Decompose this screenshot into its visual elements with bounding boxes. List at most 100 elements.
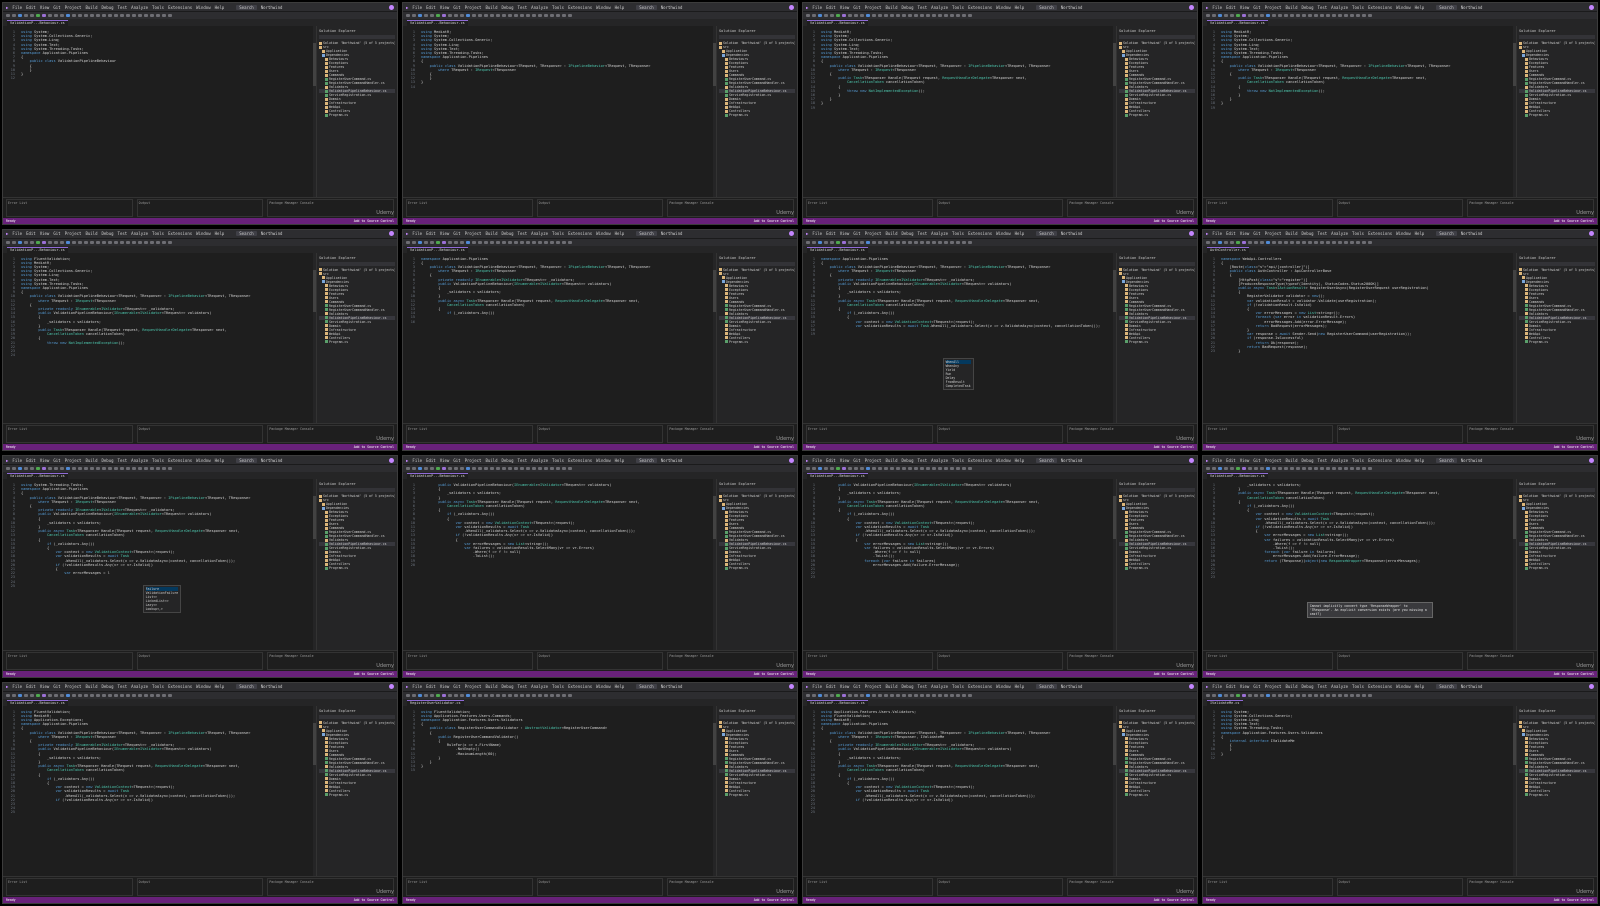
toolbar-button-icon[interactable]	[168, 693, 172, 697]
vertical-scrollbar[interactable]	[713, 26, 716, 197]
menu-item[interactable]: View	[1240, 684, 1250, 689]
toolbar-button-icon[interactable]	[1362, 467, 1366, 470]
tree-item[interactable]: Program.cs	[719, 566, 795, 570]
toolbar-button-icon[interactable]	[878, 693, 882, 697]
menu-item[interactable]: Debug	[501, 231, 513, 236]
toolbar-button-icon[interactable]	[156, 240, 160, 244]
toolbar-button-icon[interactable]	[956, 14, 960, 17]
toolbar-button-icon[interactable]	[836, 467, 840, 470]
toolbar-button-icon[interactable]	[956, 240, 960, 244]
toolbar-button-icon[interactable]	[1278, 14, 1282, 17]
panel-tab[interactable]: Output	[936, 651, 1064, 670]
toolbar-button-icon[interactable]	[1314, 467, 1318, 470]
toolbar-button-icon[interactable]	[466, 14, 470, 17]
toolbar-button-icon[interactable]	[1212, 693, 1216, 697]
menu-item[interactable]: Git	[1253, 458, 1260, 463]
toolbar-button-icon[interactable]	[84, 467, 88, 470]
vertical-scrollbar[interactable]	[1513, 252, 1516, 423]
code-editor[interactable]: namespace Application.Pipelines{ public …	[817, 252, 1117, 423]
solution-search-input[interactable]	[319, 714, 395, 719]
menu-item[interactable]: Project	[865, 458, 882, 463]
scrollbar-thumb[interactable]	[1513, 269, 1516, 313]
toolbar-button-icon[interactable]	[90, 240, 94, 244]
menu-item[interactable]: File	[812, 5, 822, 10]
toolbar-button-icon[interactable]	[72, 240, 76, 244]
panel-tab[interactable]: Output	[536, 425, 664, 443]
toolbar-button-icon[interactable]	[1266, 693, 1270, 697]
toolbar-button-icon[interactable]	[1362, 240, 1366, 244]
menu-item[interactable]: File	[1212, 231, 1222, 236]
toolbar-button-icon[interactable]	[1266, 467, 1270, 470]
panel-tab[interactable]: Output	[1336, 425, 1464, 443]
toolbar-button-icon[interactable]	[1236, 467, 1240, 470]
toolbar-button-icon[interactable]	[48, 467, 52, 470]
toolbar-button-icon[interactable]	[1344, 14, 1348, 17]
toolbar-button-icon[interactable]	[156, 467, 160, 470]
toolbar-button-icon[interactable]	[1338, 240, 1342, 244]
toolbar-button-icon[interactable]	[1284, 14, 1288, 17]
solution-search-input[interactable]	[319, 488, 395, 492]
toolbar-button-icon[interactable]	[1308, 14, 1312, 17]
menu-item[interactable]: View	[1240, 5, 1250, 10]
toolbar-button-icon[interactable]	[1284, 693, 1288, 697]
toolbar-button-icon[interactable]	[872, 240, 876, 244]
toolbar-button-icon[interactable]	[568, 693, 572, 697]
menu-item[interactable]: Edit	[1226, 684, 1236, 689]
panel-tab[interactable]: Package Manager Console	[667, 651, 795, 670]
menu-item[interactable]: Analyze	[931, 458, 948, 463]
account-avatar[interactable]	[389, 231, 394, 236]
solution-search-input[interactable]	[1519, 714, 1595, 719]
source-control-button[interactable]: Add to Source Control	[354, 672, 394, 676]
solution-search-input[interactable]	[719, 488, 795, 492]
toolbar-button-icon[interactable]	[1224, 693, 1228, 697]
toolbar-button-icon[interactable]	[126, 693, 130, 697]
toolbar-button-icon[interactable]	[914, 467, 918, 470]
toolbar-button-icon[interactable]	[938, 14, 942, 17]
toolbar-button-icon[interactable]	[78, 693, 82, 697]
panel-tab[interactable]: Error List	[806, 878, 933, 896]
menu-item[interactable]: Analyze	[531, 231, 548, 236]
toolbar-button-icon[interactable]	[454, 467, 458, 470]
toolbar-button-icon[interactable]	[430, 693, 434, 697]
source-control-button[interactable]: Add to Source Control	[354, 898, 394, 902]
menu-item[interactable]: Edit	[426, 231, 436, 236]
toolbar-button-icon[interactable]	[568, 14, 572, 17]
toolbar-button-icon[interactable]	[920, 467, 924, 470]
toolbar-button-icon[interactable]	[1248, 14, 1252, 17]
toolbar-button-icon[interactable]	[102, 693, 106, 697]
menu-item[interactable]: Build	[1285, 231, 1297, 236]
code-editor[interactable]: using MediatR; using System; using System.…	[1217, 26, 1517, 197]
menu-item[interactable]: Help	[1415, 458, 1425, 463]
menu-item[interactable]: Edit	[426, 5, 436, 10]
menu-item[interactable]: Build	[1285, 458, 1297, 463]
toolbar-button-icon[interactable]	[830, 467, 834, 470]
search-input[interactable]: Search	[1036, 4, 1057, 10]
menu-item[interactable]: Edit	[826, 231, 836, 236]
toolbar-button-icon[interactable]	[1212, 240, 1216, 244]
toolbar-button-icon[interactable]	[1356, 693, 1360, 697]
toolbar-button-icon[interactable]	[830, 240, 834, 244]
menu-item[interactable]: Test	[1318, 458, 1328, 463]
toolbar-button-icon[interactable]	[12, 693, 16, 697]
menu-item[interactable]: Extensions	[968, 231, 992, 236]
toolbar-button-icon[interactable]	[818, 693, 822, 697]
panel-tab[interactable]: Package Manager Console	[1467, 651, 1595, 670]
menu-item[interactable]: File	[412, 458, 422, 463]
solution-search-input[interactable]	[1119, 714, 1195, 719]
toolbar-button-icon[interactable]	[6, 14, 10, 17]
panel-tab[interactable]: Package Manager Console	[1067, 425, 1195, 443]
toolbar-button-icon[interactable]	[78, 14, 82, 17]
toolbar-button-icon[interactable]	[96, 14, 100, 17]
menu-item[interactable]: Debug	[901, 684, 913, 689]
toolbar-button-icon[interactable]	[448, 240, 452, 244]
menu-item[interactable]: Tools	[552, 458, 564, 463]
toolbar-button-icon[interactable]	[120, 240, 124, 244]
toolbar-button-icon[interactable]	[108, 240, 112, 244]
toolbar-button-icon[interactable]	[484, 14, 488, 17]
toolbar-button-icon[interactable]	[806, 14, 810, 17]
toolbar-button-icon[interactable]	[1326, 14, 1330, 17]
tree-item[interactable]: Program.cs	[1119, 340, 1195, 344]
toolbar-button-icon[interactable]	[1248, 240, 1252, 244]
menu-item[interactable]: Extensions	[1368, 684, 1392, 689]
code-editor[interactable]: using MediatR; using System; using System.…	[417, 26, 717, 197]
